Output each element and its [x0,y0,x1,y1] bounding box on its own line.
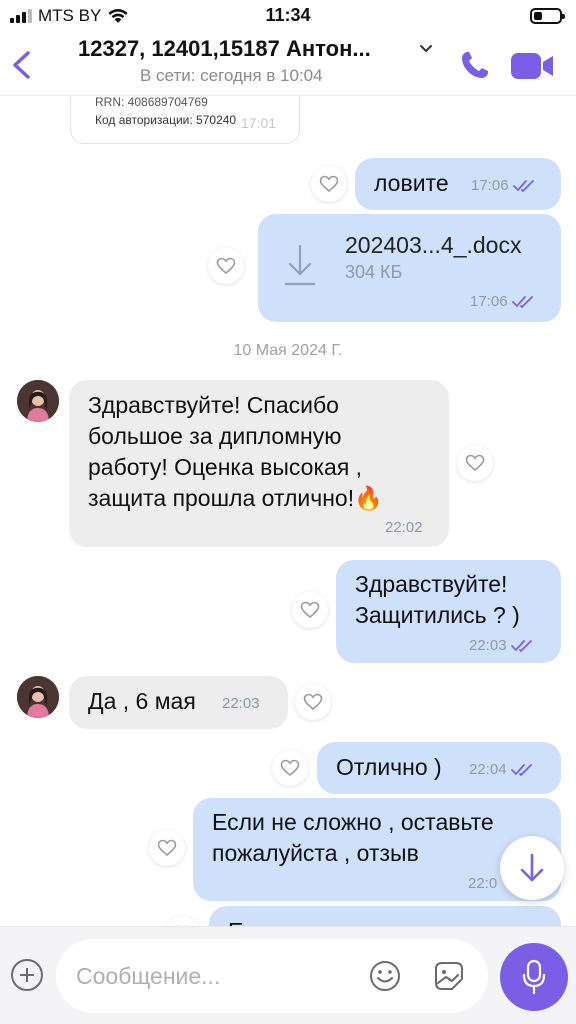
message-text: Да , 6 мая [88,688,196,714]
plus-icon[interactable] [11,959,43,991]
arrow-down-icon [520,853,544,882]
back-arrow-icon[interactable] [8,50,34,80]
video-icon[interactable] [510,52,554,80]
message-text: Защитились ? ) [355,602,520,628]
like-button[interactable] [149,830,185,866]
receipt-auth-code: Код авторизации: 570240 [95,113,237,127]
message-time: 22:03 [222,695,260,712]
voice-message-button[interactable] [500,943,568,1011]
composer-bar: Сообщение... [0,926,576,1024]
double-check-icon [512,179,534,192]
double-check-icon [510,763,532,776]
heart-icon [157,839,177,857]
message-time: 22:02 [385,519,423,536]
like-button[interactable] [164,916,200,926]
sticker-icon[interactable] [432,959,466,993]
message-time: 22:04 [469,761,507,778]
emoji-icon[interactable] [368,959,402,993]
message-text: ловите [374,170,449,196]
heart-icon [465,454,485,472]
like-button[interactable] [208,248,244,284]
heart-icon [303,693,323,711]
battery-icon [530,8,565,24]
outgoing-message[interactable]: Е [209,906,561,926]
online-status: В сети: сегодня в 10:04 [140,66,323,85]
like-button[interactable] [295,684,331,720]
receipt-card[interactable]: RRN: 408689704769 Код авторизации: 57024… [70,96,300,144]
contact-name[interactable]: 12327, 12401,15187 Антон... [78,36,408,62]
date-separator: 10 Мая 2024 Г. [233,342,343,359]
like-button[interactable] [272,750,308,786]
double-check-icon [510,639,532,652]
outgoing-message[interactable]: ловите 17:06 [355,158,561,210]
message-time: 22:0 [468,875,498,892]
scroll-to-bottom-button[interactable] [500,836,564,900]
chevron-down-icon[interactable] [418,42,434,56]
outgoing-message[interactable]: Здравствуйте! Защитились ? ) 22:03 [336,560,561,663]
message-input[interactable]: Сообщение... [56,939,488,1013]
file-size: 304 КБ [345,262,403,282]
message-text: пожалуйста , отзыв [212,840,419,866]
message-time: 17:06 [471,177,509,194]
message-time: 17:06 [470,293,508,310]
incoming-message[interactable]: Да , 6 мая 22:03 [69,676,288,729]
message-list[interactable]: RRN: 408689704769 Код авторизации: 57024… [0,96,576,926]
microphone-icon [522,959,546,995]
like-button[interactable] [457,445,493,481]
message-text: Е [228,916,243,926]
double-check-icon [511,295,533,308]
message-text: Здравствуйте! Спасибо большое за дипломн… [88,392,383,511]
clock: 11:34 [265,5,311,25]
avatar[interactable] [17,676,59,718]
status-bar: MTS BY 11:34 [0,0,576,34]
message-time: 22:03 [469,637,507,654]
incoming-message[interactable]: Здравствуйте! Спасибо большое за дипломн… [69,380,449,547]
receipt-rrn: RRN: 408689704769 [95,96,208,109]
like-button[interactable] [311,166,347,202]
like-button[interactable] [292,592,328,628]
avatar-image [17,676,59,718]
heart-icon [300,601,320,619]
message-input-placeholder: Сообщение... [76,963,221,989]
receipt-time: 17:01 [241,115,277,131]
message-text: Здравствуйте! [355,571,508,597]
message-text: Отлично ) [336,754,442,780]
file-name: 202403...4_.docx [345,232,522,258]
outgoing-message[interactable]: Отлично ) 22:04 [317,742,561,794]
chat-header: 12327, 12401,15187 Антон... В сети: сего… [0,34,576,96]
avatar[interactable] [17,380,59,422]
file-message[interactable]: 202403...4_.docx 304 КБ 17:06 [258,214,561,322]
heart-icon [319,175,339,193]
phone-icon[interactable] [458,48,492,82]
message-text: Если не сложно , оставьте [212,809,494,835]
heart-icon [280,759,300,777]
heart-icon [216,257,236,275]
download-icon[interactable] [284,244,316,286]
avatar-image [17,380,59,422]
